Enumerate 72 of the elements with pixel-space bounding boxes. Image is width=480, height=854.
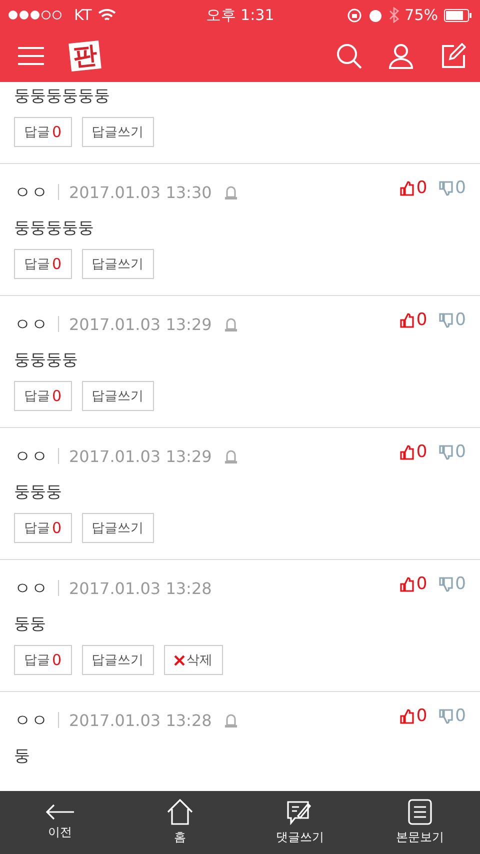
battery-icon (444, 8, 472, 22)
write-button[interactable] (440, 43, 466, 69)
carrier-name: KT (74, 6, 92, 24)
battery-percent: 75% (404, 6, 438, 24)
like-count: 0 (416, 442, 428, 462)
replies-button[interactable]: 답글 0 (14, 117, 72, 147)
thumbs-up-icon[interactable] (400, 576, 414, 592)
status-time: 오후 1:31 (206, 6, 274, 24)
replies-button[interactable]: 답글 0 (14, 513, 72, 543)
replies-button[interactable]: 답글 0 (14, 249, 72, 279)
profile-button[interactable] (388, 43, 414, 69)
comment-text: 둥 (14, 746, 31, 767)
rotation-lock-icon (346, 8, 362, 22)
nav-button[interactable]: 홈 (120, 791, 240, 854)
dislike-count: 0 (455, 178, 466, 198)
write-reply-button[interactable]: 답글쓰기 (82, 381, 154, 411)
write-reply-button[interactable]: 답글쓰기 (82, 249, 154, 279)
comment-author: ㅇㅇ (14, 182, 48, 204)
thumbs-down-icon[interactable] (439, 312, 454, 328)
dislike-count: 0 (455, 310, 466, 330)
home-icon (166, 799, 194, 825)
thumbs-up-icon[interactable] (400, 444, 414, 460)
like-count: 0 (416, 178, 428, 198)
comment-date: 2017.01.03 13:29 (69, 314, 212, 334)
report-icon[interactable] (224, 316, 238, 332)
replies-button[interactable]: 답글 0 (14, 645, 72, 675)
bluetooth-icon (388, 7, 399, 23)
nav-button[interactable]: 댓글쓰기 (240, 791, 360, 854)
thumbs-up-icon[interactable] (400, 708, 414, 724)
comment-author: ㅇㅇ (14, 446, 48, 468)
thumbs-down-icon[interactable] (439, 180, 454, 196)
logo[interactable]: 판 (68, 40, 102, 72)
menu-button[interactable] (18, 46, 44, 66)
nav-button[interactable]: 본문보기 (360, 791, 480, 854)
replies-button[interactable]: 답글 0 (14, 381, 72, 411)
comment-text: 둥둥 (14, 614, 47, 635)
report-icon[interactable] (224, 184, 238, 200)
comment-author: ㅇㅇ (14, 578, 48, 600)
wifi-icon (98, 8, 116, 22)
comment-text: 둥둥둥둥 (14, 350, 79, 371)
write-reply-button[interactable]: 답글쓰기 (82, 117, 154, 147)
thumbs-down-icon[interactable] (439, 708, 454, 724)
comment-date: 2017.01.03 13:30 (69, 182, 212, 202)
comment-text: 둥둥둥둥둥둥 (14, 86, 111, 107)
thumbs-up-icon[interactable] (400, 312, 414, 328)
document-icon (408, 799, 432, 825)
delete-button[interactable]: 삭제 (164, 645, 223, 675)
like-count: 0 (416, 574, 428, 594)
dislike-count: 0 (455, 574, 466, 594)
thumbs-down-icon[interactable] (439, 576, 454, 592)
comment-edit-icon (286, 799, 314, 825)
comment-date: 2017.01.03 13:28 (69, 578, 212, 598)
comment-text: 둥둥둥 (14, 482, 63, 503)
dislike-count: 0 (455, 706, 466, 726)
write-reply-button[interactable]: 답글쓰기 (82, 645, 154, 675)
back-arrow-icon (45, 804, 75, 820)
close-icon (174, 654, 185, 666)
like-count: 0 (416, 310, 428, 330)
nav-button[interactable]: 이전 (0, 791, 120, 854)
comment-author: ㅇㅇ (14, 710, 48, 732)
thumbs-down-icon[interactable] (439, 444, 454, 460)
comment-text: 둥둥둥둥둥 (14, 218, 95, 239)
comment-date: 2017.01.03 13:29 (69, 446, 212, 466)
report-icon[interactable] (224, 448, 238, 464)
comment-author: ㅇㅇ (14, 314, 48, 336)
dislike-count: 0 (455, 442, 466, 462)
thumbs-up-icon[interactable] (400, 180, 414, 196)
search-button[interactable] (336, 43, 362, 69)
comment-date: 2017.01.03 13:28 (69, 710, 212, 730)
report-icon[interactable] (224, 712, 238, 728)
like-count: 0 (416, 706, 428, 726)
write-reply-button[interactable]: 답글쓰기 (82, 513, 154, 543)
